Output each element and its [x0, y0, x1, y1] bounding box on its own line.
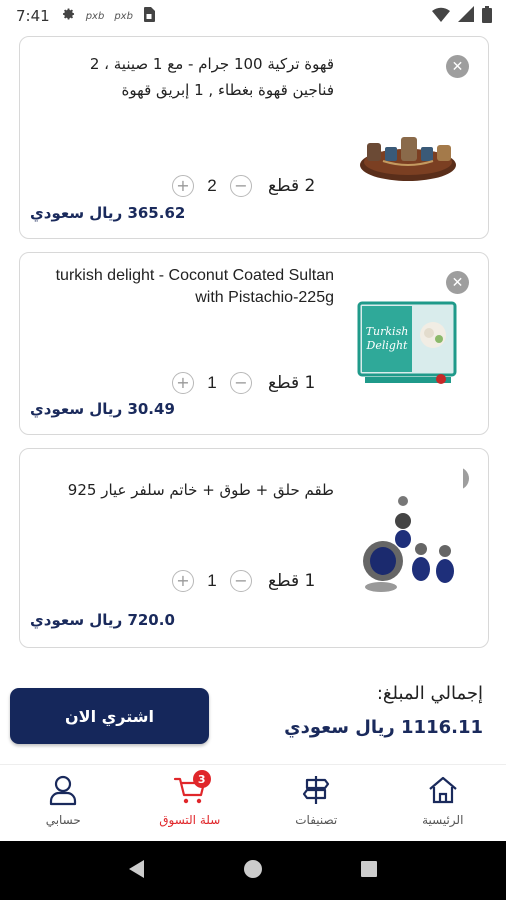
- nav-account-label: حسابي: [45, 813, 81, 827]
- nav-cart-label: سلة التسوق: [159, 813, 221, 827]
- increase-quantity-button[interactable]: +: [172, 175, 194, 197]
- total-label: إجمالي المبلغ:: [376, 683, 483, 704]
- cart-count-badge: 3: [192, 770, 211, 788]
- svg-text:Turkish: Turkish: [366, 325, 409, 338]
- item-price: 365.62 ريال سعودي: [30, 204, 186, 222]
- coffee-set-image[interactable]: [353, 107, 463, 197]
- cart-icon: 3: [173, 770, 211, 807]
- quantity-unit-label: 1 قطع: [268, 373, 316, 393]
- sim-icon: [143, 6, 155, 26]
- decrease-quantity-button[interactable]: −: [230, 570, 252, 592]
- quantity-stepper: + 1 − 1 قطع: [172, 372, 315, 394]
- quantity-unit-label: 1 قطع: [268, 571, 316, 591]
- nav-home[interactable]: الرئيسية: [380, 765, 506, 841]
- cart-item-card: ✕ قهوة تركية 100 جرام - مع 1 صينية ، 2 ف…: [19, 36, 489, 239]
- status-left: 7:41 pxb pxb: [16, 6, 155, 26]
- gear-icon: [60, 6, 76, 26]
- recents-icon[interactable]: [360, 860, 378, 882]
- bottom-nav: الرئيسية تصنيفات 3 سلة التسوق حسابي: [0, 764, 506, 841]
- turkish-delight-box-image[interactable]: Turkish Delight: [353, 295, 463, 389]
- wifi-icon: [432, 7, 450, 26]
- item-price: 720.0 ريال سعودي: [30, 611, 175, 629]
- status-right: [432, 5, 492, 27]
- battery-icon: [482, 5, 492, 27]
- status-bar: 7:41 pxb pxb: [0, 0, 506, 32]
- home-icon: [426, 773, 460, 807]
- quantity-value: 2: [207, 176, 217, 195]
- increase-quantity-button[interactable]: +: [172, 372, 194, 394]
- cart-item-card: ✕ طقم حلق + طوق + خاتم سلفر عيار 925 + 1…: [19, 448, 489, 648]
- nav-cart[interactable]: 3 سلة التسوق: [127, 765, 254, 841]
- total-value: 1116.11 ريال سعودي: [284, 717, 483, 738]
- remove-item-button[interactable]: ✕: [446, 55, 469, 78]
- categories-icon: [299, 773, 333, 807]
- svg-text:Delight: Delight: [366, 339, 408, 352]
- system-nav-bar: [0, 841, 506, 900]
- cart-item-title[interactable]: قهوة تركية 100 جرام - مع 1 صينية ، 2 فنا…: [44, 51, 334, 103]
- jewelry-set-image[interactable]: [353, 461, 463, 629]
- cart-item-title[interactable]: طقم حلق + طوق + خاتم سلفر عيار 925: [44, 477, 334, 503]
- quantity-stepper: + 1 − 1 قطع: [172, 570, 315, 592]
- item-price: 30.49 ريال سعودي: [30, 400, 175, 418]
- signal-icon: [458, 6, 474, 26]
- nav-categories[interactable]: تصنيفات: [253, 765, 380, 841]
- status-mini-label-2: pxb: [114, 10, 133, 22]
- quantity-unit-label: 2 قطع: [268, 176, 316, 196]
- quantity-stepper: + 2 − 2 قطع: [172, 175, 315, 197]
- quantity-value: 1: [207, 373, 217, 392]
- remove-item-button[interactable]: ✕: [446, 271, 469, 294]
- decrease-quantity-button[interactable]: −: [230, 372, 252, 394]
- quantity-value: 1: [207, 571, 217, 590]
- decrease-quantity-button[interactable]: −: [230, 175, 252, 197]
- nav-account[interactable]: حسابي: [0, 765, 127, 841]
- back-icon[interactable]: [128, 859, 146, 883]
- cart-item-title[interactable]: turkish delight - Coconut Coated Sultan …: [44, 265, 334, 309]
- cart-item-card: ✕ turkish delight - Coconut Coated Sulta…: [19, 252, 489, 435]
- status-time: 7:41: [16, 7, 50, 25]
- user-icon: [46, 773, 80, 807]
- status-mini-label-1: pxb: [85, 10, 105, 22]
- increase-quantity-button[interactable]: +: [172, 570, 194, 592]
- home-circle-icon[interactable]: [243, 859, 263, 883]
- nav-home-label: الرئيسية: [422, 813, 464, 827]
- buy-now-button[interactable]: اشتري الان: [10, 688, 209, 744]
- nav-categories-label: تصنيفات: [295, 813, 338, 827]
